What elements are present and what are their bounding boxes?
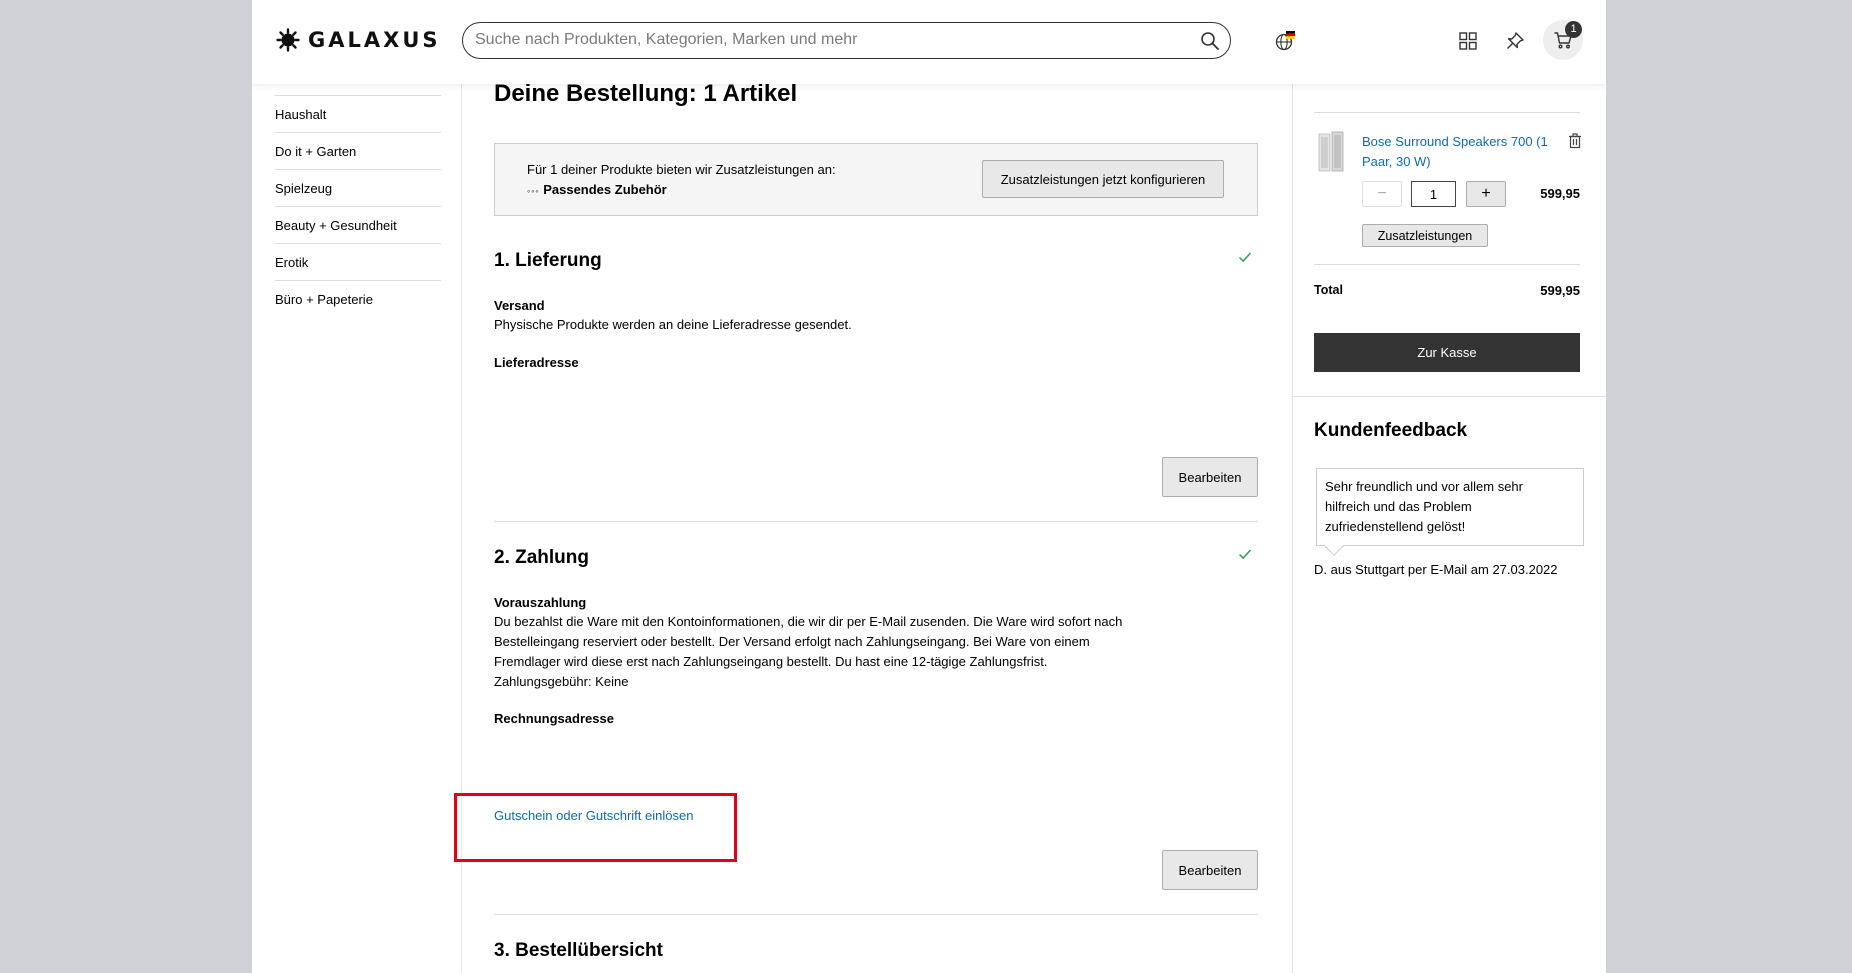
product-price: 599,95 <box>1540 186 1580 201</box>
galaxus-logo-icon <box>276 28 300 52</box>
shipping-label: Versand <box>494 298 545 313</box>
payment-fee-line: Zahlungsgebühr: Keine <box>494 674 629 689</box>
services-box: Für 1 deiner Produkte bieten wir Zusatzl… <box>494 143 1258 216</box>
summary-top-divider <box>1314 112 1580 113</box>
search-icon[interactable] <box>1200 31 1220 51</box>
payment-text-line: Fremdlager wird diese erst nach Zahlungs… <box>494 654 1048 669</box>
services-highlight: ◦◦◦ Passendes Zubehör <box>527 182 667 197</box>
services-button[interactable]: Zusatzleistungen <box>1362 224 1488 247</box>
section-divider <box>494 521 1258 522</box>
payment-text-line: Bestelleingang reserviert oder bestellt.… <box>494 634 1090 649</box>
product-name-line: Paar, 30 W) <box>1362 154 1431 169</box>
grid-icon[interactable] <box>1455 28 1481 54</box>
speaker-image <box>1318 131 1344 172</box>
feedback-quote-line: Sehr freundlich und vor allem sehr <box>1325 479 1523 494</box>
sidebar-item-buero-papeterie[interactable]: Büro + Papeterie <box>275 280 441 317</box>
payment-check-icon <box>1238 549 1252 560</box>
payment-text-line: Du bezahlst die Ware mit den Kontoinform… <box>494 614 1123 629</box>
feedback-quote-line: hilfreich und das Problem <box>1325 499 1472 514</box>
panel-divider <box>1292 396 1606 397</box>
sidebar-item-erotik[interactable]: Erotik <box>275 243 441 280</box>
page-title: Deine Bestellung: 1 Artikel <box>494 80 798 107</box>
delivery-check-icon <box>1238 252 1252 263</box>
pin-icon[interactable] <box>1502 28 1528 54</box>
total-value: 599,95 <box>1540 283 1580 298</box>
sidebar-item-spielzeug[interactable]: Spielzeug <box>275 169 441 206</box>
product-name-link[interactable]: Bose Surround Speakers 700 (1 Paar, 30 W… <box>1362 132 1552 172</box>
search-input[interactable] <box>475 23 1175 57</box>
language-globe-icon[interactable] <box>1272 28 1298 54</box>
payment-method-label: Vorauszahlung <box>494 595 587 610</box>
highlight-frame <box>454 793 737 862</box>
sidebar-item-do-it-garten[interactable]: Do it + Garten <box>275 132 441 169</box>
product-name-line: Bose Surround Speakers 700 (1 <box>1362 134 1548 149</box>
delivery-address-label: Lieferadresse <box>494 355 579 370</box>
feedback-quote-box: Sehr freundlich und vor allem sehr hilfr… <box>1316 468 1584 556</box>
shipping-text: Physische Produkte werden an deine Liefe… <box>494 317 852 332</box>
feedback-author: D. aus Stuttgart per E-Mail am 27.03.202… <box>1314 562 1558 577</box>
feedback-quote-line: zufriedenstellend gelöst! <box>1325 519 1466 534</box>
trash-icon[interactable] <box>1568 133 1582 149</box>
order-overview-heading: 3. Bestellübersicht <box>494 940 663 961</box>
billing-address-label: Rechnungsadresse <box>494 711 614 726</box>
sidebar-item-haushalt[interactable]: Haushalt <box>275 95 441 132</box>
top-header: GALAXUS Suche nach Produkten, Kategorien… <box>252 0 1606 84</box>
sidebar-item-beauty-gesundheit[interactable]: Beauty + Gesundheit <box>275 206 441 243</box>
edit-delivery-button[interactable]: Bearbeiten <box>1162 457 1258 497</box>
payment-method-text: Du bezahlst die Ware mit den Kontoinform… <box>494 612 1174 692</box>
quantity-decrease-button[interactable]: − <box>1362 181 1402 207</box>
quantity-increase-button[interactable]: + <box>1466 181 1506 207</box>
services-highlight-label: Passendes Zubehör <box>543 182 667 197</box>
feedback-title: Kundenfeedback <box>1314 420 1468 441</box>
category-sidebar: Haushalt Do it + Garten Spielzeug Beauty… <box>275 95 441 317</box>
dots-icon: ◦◦◦ <box>527 186 540 196</box>
payment-heading: 2. Zahlung <box>494 547 589 568</box>
summary-divider <box>1314 264 1580 265</box>
quantity-input[interactable] <box>1411 181 1456 207</box>
services-text: Für 1 deiner Produkte bieten wir Zusatzl… <box>527 162 836 177</box>
total-label: Total <box>1314 283 1343 297</box>
galaxus-logo[interactable]: GALAXUS <box>276 28 441 52</box>
product-thumbnail[interactable] <box>1314 131 1348 173</box>
logo-text: GALAXUS <box>308 28 441 52</box>
delivery-heading: 1. Lieferung <box>494 250 602 271</box>
configure-services-button[interactable]: Zusatzleistungen jetzt konfigurieren <box>982 160 1224 198</box>
speech-bubble-tail <box>1324 536 1344 556</box>
cart-button[interactable]: 1 <box>1543 20 1583 60</box>
cart-count-badge: 1 <box>1565 21 1582 38</box>
checkout-button[interactable]: Zur Kasse <box>1314 333 1580 372</box>
section-divider <box>494 914 1258 915</box>
main-divider <box>1292 84 1293 973</box>
edit-payment-button[interactable]: Bearbeiten <box>1162 850 1258 890</box>
search-bar <box>462 22 1231 59</box>
